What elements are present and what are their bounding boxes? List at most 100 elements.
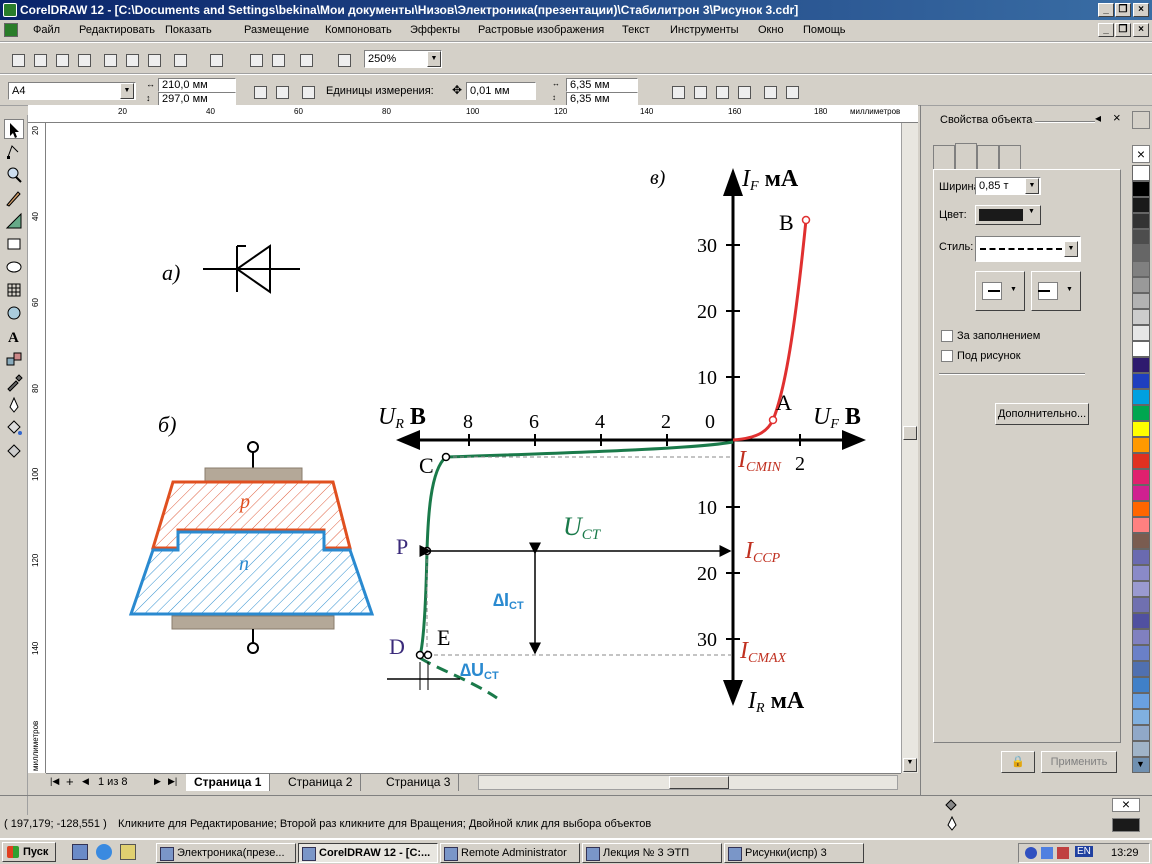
start-arrow-picker[interactable]: ▼	[975, 271, 1025, 311]
palette-swatch[interactable]	[1132, 389, 1150, 405]
options-icon[interactable]	[782, 82, 800, 100]
fill-tab-icon[interactable]	[933, 145, 955, 169]
menu-effects[interactable]: Эффекты	[410, 24, 460, 36]
snap-objects-icon[interactable]	[712, 82, 730, 100]
h-scroll-thumb[interactable]	[669, 776, 729, 789]
menu-tools[interactable]: Инструменты	[670, 24, 739, 36]
palette-swatch[interactable]	[1132, 629, 1150, 645]
palette-swatch[interactable]	[1132, 357, 1150, 373]
minimize-button[interactable]: _	[1098, 3, 1114, 17]
outline-status-swatch[interactable]	[1112, 818, 1140, 832]
task-remote-admin[interactable]: Remote Administrator	[440, 843, 580, 863]
palette-swatch[interactable]	[1132, 469, 1150, 485]
basic-shapes-tool-icon[interactable]	[4, 303, 24, 323]
dynamic-guides-icon[interactable]	[734, 82, 752, 100]
palette-swatch[interactable]	[1132, 709, 1150, 725]
doc-minimize-button[interactable]: _	[1098, 23, 1114, 37]
doc-restore-button[interactable]: ❐	[1115, 23, 1131, 37]
fill-status-icon[interactable]	[944, 798, 960, 812]
palette-swatch[interactable]	[1132, 309, 1150, 325]
eyedropper-tool-icon[interactable]	[4, 372, 24, 392]
palette-swatch[interactable]	[1132, 501, 1150, 517]
interactive-fill-tool-icon[interactable]	[4, 441, 24, 461]
apply-button[interactable]: Применить	[1041, 751, 1117, 773]
vertical-scrollbar[interactable]: ▼	[901, 123, 918, 773]
palette-swatch[interactable]	[1132, 405, 1150, 421]
outline-tab-icon[interactable]	[955, 143, 977, 169]
palette-swatch[interactable]	[1132, 437, 1150, 453]
open-icon[interactable]	[30, 50, 48, 68]
line-style-picker[interactable]: ▼	[975, 236, 1081, 262]
no-color-swatch[interactable]: ×	[1132, 145, 1150, 163]
redo-icon[interactable]	[206, 50, 224, 68]
behind-fill-checkbox[interactable]	[941, 330, 953, 342]
import-icon[interactable]	[246, 50, 264, 68]
portrait-icon[interactable]	[250, 82, 268, 100]
menu-layout[interactable]: Размещение	[244, 24, 309, 36]
scroll-thumb[interactable]	[903, 426, 917, 440]
lock-button[interactable]: 🔒	[1001, 751, 1035, 773]
vertical-ruler[interactable]: 20 40 60 80 100 120 140 миллиметров	[28, 123, 46, 773]
interactive-blend-tool-icon[interactable]	[4, 349, 24, 369]
shape-tool-icon[interactable]	[4, 142, 24, 162]
zener-diode-figure[interactable]: а) б) p n в) 30 20 10 10 20 30 8 6 4 2 0…	[46, 123, 901, 773]
quicklaunch-desktop-icon[interactable]	[120, 844, 136, 860]
close-button[interactable]: ×	[1133, 3, 1149, 17]
undo-icon[interactable]	[170, 50, 188, 68]
page-height-field[interactable]: 297,0 мм	[158, 92, 236, 106]
graph-paper-tool-icon[interactable]	[4, 280, 24, 300]
paper-size-field[interactable]: A4	[8, 82, 136, 100]
print-icon[interactable]	[74, 50, 92, 68]
docker-close-icon[interactable]: ×	[1113, 110, 1121, 125]
palette-swatch[interactable]	[1132, 613, 1150, 629]
next-page-button[interactable]: ▶	[154, 776, 161, 787]
palette-scroll-down[interactable]: ▼	[1136, 759, 1145, 769]
menu-help[interactable]: Помощь	[803, 24, 846, 36]
scale-with-image-checkbox[interactable]	[941, 350, 953, 362]
palette-swatch[interactable]	[1132, 245, 1150, 261]
detail-tab-icon[interactable]	[999, 145, 1021, 169]
palette-swatch[interactable]	[1132, 341, 1150, 357]
tray-icon[interactable]	[1025, 847, 1037, 859]
snap-grid-icon[interactable]	[668, 82, 686, 100]
freehand-tool-icon[interactable]	[4, 188, 24, 208]
tray-icon[interactable]	[1057, 847, 1069, 859]
new-icon[interactable]	[8, 50, 26, 68]
tab-page-3[interactable]: Страница 3	[378, 774, 460, 791]
task-electronics-folder[interactable]: Электроника(презе...	[156, 843, 296, 863]
outline-width-dropdown[interactable]: ▼	[1025, 178, 1039, 194]
menu-arrange[interactable]: Компоновать	[325, 24, 392, 36]
palette-swatch[interactable]	[1132, 197, 1150, 213]
zoom-dropdown[interactable]: ▼	[427, 51, 441, 67]
task-lecture[interactable]: Лекция № 3 ЭТП	[582, 843, 722, 863]
snap-guides-icon[interactable]	[690, 82, 708, 100]
quicklaunch-outlook-icon[interactable]	[72, 844, 88, 860]
prev-page-button[interactable]: ◀	[82, 776, 89, 787]
palette-swatch[interactable]	[1132, 293, 1150, 309]
fill-tool-icon[interactable]	[4, 418, 24, 438]
end-arrow-picker[interactable]: ▼	[1031, 271, 1081, 311]
scroll-down-button[interactable]: ▼	[903, 758, 917, 772]
paste-icon[interactable]	[144, 50, 162, 68]
document-icon[interactable]	[4, 23, 18, 37]
outline-status-icon[interactable]	[946, 815, 958, 832]
pick-tool-icon[interactable]	[4, 119, 24, 139]
palette-swatch[interactable]	[1132, 453, 1150, 469]
app-icon[interactable]	[3, 3, 17, 17]
app-launcher-icon[interactable]	[296, 50, 314, 68]
export-icon[interactable]	[268, 50, 286, 68]
dup-x-field[interactable]: 6,35 мм	[566, 78, 638, 92]
last-page-button[interactable]: ▶|	[168, 776, 177, 787]
copy-icon[interactable]	[122, 50, 140, 68]
palette-swatch[interactable]	[1132, 725, 1150, 741]
palette-menu-icon[interactable]	[1132, 111, 1150, 129]
page-layout-icon[interactable]	[298, 82, 316, 100]
advanced-button[interactable]: Дополнительно...	[995, 403, 1089, 425]
save-icon[interactable]	[52, 50, 70, 68]
palette-swatch[interactable]	[1132, 165, 1150, 181]
palette-swatch[interactable]	[1132, 373, 1150, 389]
drawing-canvas[interactable]: а) б) p n в) 30 20 10 10 20 30 8 6 4 2 0…	[46, 123, 901, 773]
zoom-tool-icon[interactable]	[4, 165, 24, 185]
palette-swatch[interactable]	[1132, 677, 1150, 693]
language-indicator[interactable]: EN	[1075, 846, 1093, 857]
